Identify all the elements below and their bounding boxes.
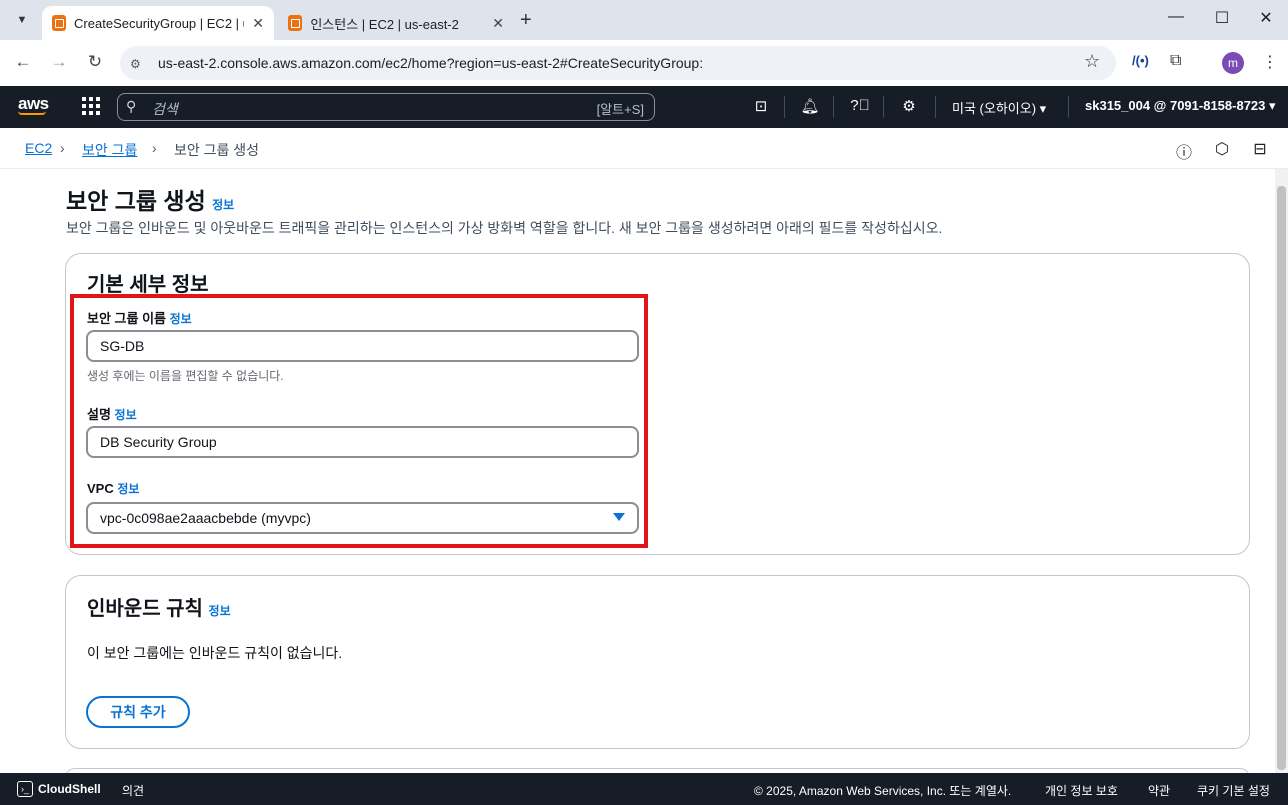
inbound-info-link[interactable]: 정보	[209, 604, 231, 618]
settings-gear-icon[interactable]: ⚙	[899, 97, 919, 115]
browser-tab-instances[interactable]: 인스턴스 | EC2 | us-east-2 ✕	[278, 6, 514, 40]
chevron-right-icon: ›	[152, 140, 157, 156]
services-grid-icon[interactable]	[82, 97, 100, 115]
close-window-icon[interactable]: ✕	[1254, 8, 1278, 28]
page-info-link[interactable]: 정보	[212, 198, 234, 212]
profile-avatar[interactable]: m	[1222, 52, 1244, 74]
reload-icon[interactable]: ↻	[84, 52, 106, 72]
url-text: us-east-2.console.aws.amazon.com/ec2/hom…	[158, 55, 704, 71]
breadcrumb-ec2-link[interactable]: EC2	[25, 140, 52, 156]
tab-title: 인스턴스 | EC2 | us-east-2	[310, 16, 459, 32]
search-icon: ⚲	[126, 98, 137, 114]
breadcrumb-security-groups-link[interactable]: 보안 그룹	[82, 140, 137, 160]
url-input[interactable]: us-east-2.console.aws.amazon.com/ec2/hom…	[120, 46, 1116, 80]
extensions-puzzle-icon[interactable]: ⧉	[1170, 52, 1181, 70]
help-icon[interactable]: ?⃝	[850, 97, 870, 114]
extension-icon[interactable]: /(•)	[1132, 53, 1149, 68]
close-tab-icon[interactable]: ✕	[492, 15, 504, 32]
close-tab-icon[interactable]: ✕	[252, 15, 264, 32]
search-shortcut: [알트+S]	[596, 102, 644, 117]
browser-tab-bar: ▼ CreateSecurityGroup | EC2 | us-east-2 …	[0, 0, 1288, 40]
aws-favicon-icon	[288, 15, 303, 31]
browser-menu-icon[interactable]: ⋮	[1262, 52, 1278, 72]
notifications-bell-icon[interactable]: 🔔︎	[800, 97, 820, 115]
tab-title: CreateSecurityGroup | EC2 | us-east-2	[74, 15, 244, 31]
terms-link[interactable]: 약관	[1148, 782, 1170, 799]
hexagon-icon[interactable]: ⬡	[1212, 139, 1232, 159]
aws-search-input[interactable]: ⚲ 검색 [알트+S]	[117, 93, 655, 121]
region-selector[interactable]: 미국 (오하이오) ▾	[952, 98, 1046, 117]
bookmark-star-icon[interactable]: ☆	[1084, 51, 1100, 72]
aws-top-nav: aws ⚲ 검색 [알트+S] ⊡ 🔔︎ ?⃝ ⚙ 미국 (오하이오) ▾ sk…	[0, 86, 1288, 128]
maximize-window-icon[interactable]: ☐	[1210, 8, 1234, 28]
scrollbar-thumb[interactable]	[1277, 186, 1286, 770]
info-circle-icon[interactable]: ⓘ	[1174, 139, 1194, 163]
minimize-window-icon[interactable]: —	[1164, 8, 1188, 26]
copyright-text: © 2025, Amazon Web Services, Inc. 또는 계열사…	[754, 784, 1012, 798]
add-rule-button[interactable]: 규칙 추가	[86, 696, 190, 728]
cloudshell-icon[interactable]: ›_	[17, 781, 33, 797]
tab-search-chevron-icon[interactable]: ▼	[10, 8, 34, 32]
aws-logo[interactable]: aws	[18, 94, 49, 115]
cloudshell-icon[interactable]: ⊡	[751, 97, 771, 115]
chevron-right-icon: ›	[60, 140, 65, 156]
cookie-preferences-link[interactable]: 쿠키 기본 설정	[1197, 782, 1270, 799]
inbound-rules-title: 인바운드 규칙 정보	[87, 598, 231, 620]
site-settings-icon[interactable]: ⚙	[130, 57, 141, 71]
cloudshell-link[interactable]: CloudShell	[38, 782, 101, 796]
aws-favicon-icon	[52, 15, 67, 31]
privacy-link[interactable]: 개인 정보 보호	[1045, 782, 1118, 799]
aws-footer: ›_ CloudShell 의견 © 2025, Amazon Web Serv…	[0, 773, 1288, 805]
page-description: 보안 그룹은 인바운드 및 아웃바운드 트래픽을 관리하는 인스턴스의 가상 방…	[66, 220, 943, 236]
browser-tab-active[interactable]: CreateSecurityGroup | EC2 | us-east-2 ✕	[42, 6, 274, 40]
page-title: 보안 그룹 생성 정보	[66, 188, 235, 214]
forward-arrow-icon[interactable]: →	[48, 52, 70, 72]
breadcrumb: EC2 › 보안 그룹 › 보안 그룹 생성	[0, 128, 1288, 169]
inbound-empty-message: 이 보안 그룹에는 인바운드 규칙이 없습니다.	[87, 645, 343, 661]
breadcrumb-current: 보안 그룹 생성	[174, 142, 260, 158]
feedback-link[interactable]: 의견	[122, 782, 144, 799]
new-tab-plus-icon[interactable]: +	[520, 9, 532, 32]
red-highlight-box	[70, 294, 648, 548]
basic-details-title: 기본 세부 정보	[87, 274, 209, 296]
search-placeholder: 검색	[152, 101, 178, 117]
account-menu[interactable]: sk315_004 @ 7091-8158-8723 ▾	[1085, 98, 1276, 114]
back-arrow-icon[interactable]: ←	[12, 52, 34, 72]
feedback-screen-icon[interactable]: ⊟	[1250, 139, 1270, 159]
